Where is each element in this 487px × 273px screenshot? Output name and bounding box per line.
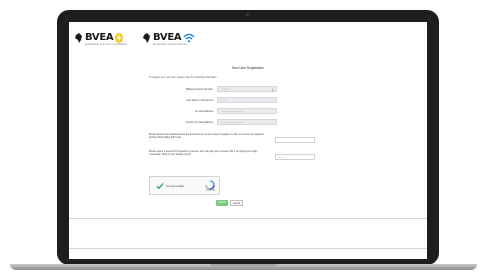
recaptcha-widget: I'm not a robot reCAPTCHA Privacy - Terms <box>149 176 220 195</box>
footer-divider-lower <box>69 248 427 249</box>
recaptcha-label: I'm not a robot <box>166 184 184 188</box>
logo-tagline: BLUEBONNET ELECTRIC COOPERATIVE <box>85 44 127 46</box>
logo-tagline-secondary: BLUEBONNET VALLEY ELECTRIC <box>153 44 188 46</box>
last-name-row: Last Name or Business Smith <box>149 97 349 104</box>
logo-wordmark: BVEA <box>85 32 114 43</box>
logo-wordmark-secondary: BVEA <box>153 32 182 43</box>
form-intro: To register as a new user, please enter … <box>149 76 218 79</box>
email-input[interactable]: someone@domain.com <box>217 108 277 114</box>
checkmark-icon[interactable] <box>156 182 164 190</box>
texas-pin-icon <box>143 33 150 43</box>
confirm-email-row: Confirm E-mail Address someone@domain.co… <box>149 119 349 126</box>
submit-button[interactable]: Submit <box>216 200 228 206</box>
footer-divider <box>69 218 427 219</box>
webcam-dot <box>246 13 249 16</box>
zip-input[interactable] <box>275 137 315 143</box>
lightning-bolt-icon <box>115 33 124 43</box>
last-name-label: Last Name or Business <box>186 99 213 102</box>
texas-pin-icon <box>75 33 82 43</box>
last-name-input[interactable]: Smith <box>217 97 277 103</box>
secret-answer-input[interactable]: Hint <box>275 154 315 160</box>
zip-question: Please answer the following about the ac… <box>149 133 264 140</box>
site-header: BVEA BLUEBONNET ELECTRIC COOPERATIVE BVE… <box>69 22 427 52</box>
confirm-email-label: Confirm E-mail Address <box>185 121 213 124</box>
wifi-icon <box>183 33 195 43</box>
bvea-logo[interactable]: BVEA <box>75 32 124 44</box>
chevron-updown-icon: ⇕ <box>271 88 274 92</box>
recaptcha-logo-icon <box>205 180 215 190</box>
recaptcha-brand: reCAPTCHA Privacy - Terms <box>205 190 216 192</box>
email-row: E-mail Address someone@domain.com <box>149 108 349 115</box>
secret-question: Please select a Secret Hint Question to … <box>149 150 258 157</box>
cancel-button[interactable]: Cancel <box>230 200 243 206</box>
bvea-logo-secondary[interactable]: BVEA <box>143 32 195 44</box>
billing-account-select[interactable]: 1234567 ⇕ <box>217 86 277 92</box>
billing-account-row: Billing Account Number 1234567 ⇕ <box>149 86 349 93</box>
email-label: E-mail Address <box>195 110 213 113</box>
laptop-screen: BVEA BLUEBONNET ELECTRIC COOPERATIVE BVE… <box>69 22 427 259</box>
laptop-hinge-notch <box>210 264 277 267</box>
billing-account-label: Billing Account Number <box>186 88 213 91</box>
confirm-email-input[interactable]: someone@domain.com <box>217 119 277 125</box>
laptop-bezel: BVEA BLUEBONNET ELECTRIC COOPERATIVE BVE… <box>57 10 439 265</box>
page-title: New User Registration <box>232 66 264 70</box>
